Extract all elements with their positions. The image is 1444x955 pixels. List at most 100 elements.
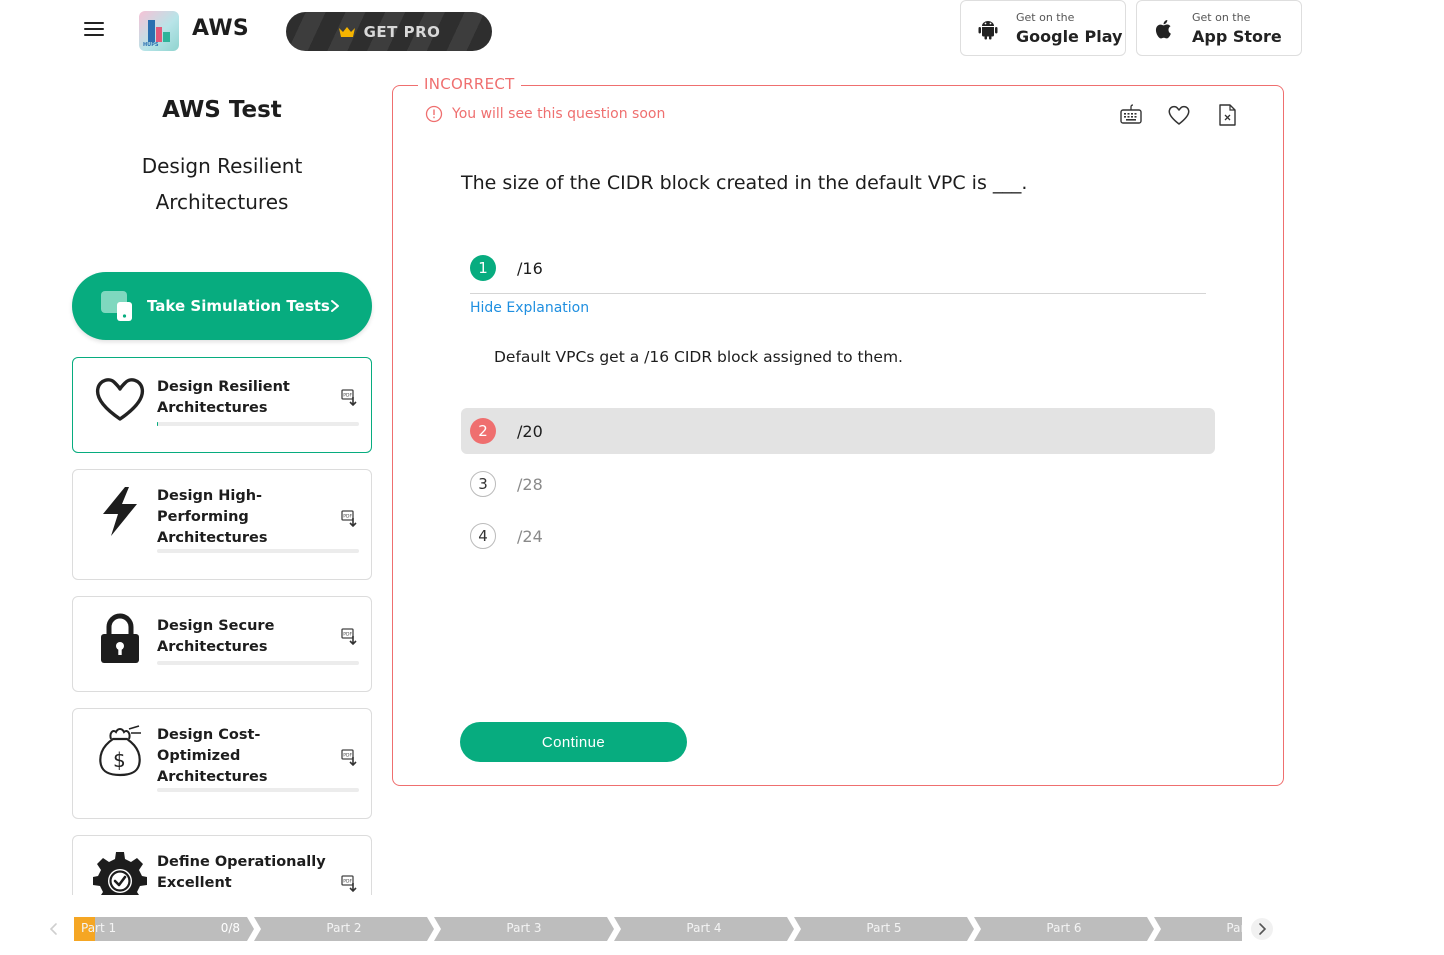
review-notice-text: You will see this question soon bbox=[452, 106, 666, 122]
part-label: Part 3 bbox=[506, 921, 542, 935]
topic-progress-bar bbox=[157, 549, 359, 553]
topic-card-label: Design Resilient Architectures bbox=[157, 377, 307, 419]
topic-card-label: Design Secure Architectures bbox=[157, 616, 307, 658]
option-number: 4 bbox=[470, 523, 496, 549]
option-value: /28 bbox=[517, 474, 543, 494]
continue-button[interactable]: Continue bbox=[460, 722, 687, 762]
question-text: The size of the CIDR block created in th… bbox=[461, 172, 1028, 194]
answer-option-4[interactable]: 4 /24 bbox=[461, 513, 1215, 559]
part-label: Part 2 bbox=[326, 921, 362, 935]
svg-text:$: $ bbox=[113, 748, 126, 772]
report-document-icon[interactable] bbox=[1215, 103, 1239, 127]
topic-label-line: Design Resilient bbox=[157, 379, 290, 395]
topic-label-line: Architectures bbox=[157, 769, 268, 785]
parts-next-button[interactable] bbox=[1251, 918, 1273, 940]
topic-card-design-resilient[interactable]: Design Resilient Architectures PDF bbox=[72, 357, 372, 453]
current-topic-line2: Architectures bbox=[155, 190, 289, 214]
topic-card-design-secure[interactable]: Design Secure Architectures PDF bbox=[72, 596, 372, 692]
take-simulation-tests-button[interactable]: Take Simulation Tests bbox=[72, 272, 372, 340]
pdf-download-icon[interactable]: PDF bbox=[341, 389, 359, 407]
info-circle-icon bbox=[425, 105, 443, 123]
part-tab-6[interactable]: Part 6 bbox=[974, 917, 1154, 941]
part-label: Part 6 bbox=[1046, 921, 1082, 935]
current-topic-line1: Design Resilient bbox=[141, 154, 303, 178]
lightning-icon bbox=[103, 487, 137, 536]
topic-card-label: Design Cost- Optimized Architectures bbox=[157, 725, 307, 788]
top-bar: HUPS AWS GET PRO Get on the Google Play … bbox=[0, 0, 1444, 62]
devices-icon bbox=[101, 291, 132, 321]
topic-label-line: Design Cost- bbox=[157, 727, 261, 743]
part-count: 0/8 bbox=[220, 921, 240, 935]
app-store-small-text: Get on the bbox=[1192, 11, 1251, 24]
gear-check-icon bbox=[93, 852, 147, 895]
option-value: /24 bbox=[517, 526, 543, 546]
topic-progress-fill bbox=[157, 422, 158, 426]
part-tab-3[interactable]: Part 3 bbox=[434, 917, 614, 941]
topic-label-line: Performing bbox=[157, 509, 249, 525]
keyboard-icon[interactable] bbox=[1119, 103, 1143, 127]
svg-text:PDF: PDF bbox=[343, 879, 352, 885]
google-play-big-text: Google Play bbox=[1016, 27, 1123, 46]
topic-label-line: Design High- bbox=[157, 488, 263, 504]
hamburger-menu-icon[interactable] bbox=[84, 22, 104, 38]
part-label: Part 4 bbox=[686, 921, 722, 935]
option-divider bbox=[470, 293, 1206, 294]
test-title: AWS Test bbox=[162, 97, 282, 123]
parts-navigation: Part 1 0/8 Part 2 Part 3 Part 4 Part 5 P… bbox=[74, 917, 1242, 941]
part-tab-1[interactable]: Part 1 0/8 bbox=[74, 917, 254, 941]
topic-card-label: Design High- Performing Architectures bbox=[157, 486, 307, 549]
money-bag-icon: $ bbox=[99, 725, 141, 777]
app-logo[interactable]: HUPS bbox=[139, 11, 179, 51]
topic-progress-bar bbox=[157, 422, 359, 426]
pdf-download-icon[interactable]: PDF bbox=[341, 749, 359, 767]
answer-option-1[interactable]: 1 /16 bbox=[461, 245, 1215, 291]
app-store-big-text: App Store bbox=[1192, 27, 1282, 46]
pdf-download-icon[interactable]: PDF bbox=[341, 875, 359, 893]
topic-label-line: Architectures bbox=[157, 530, 268, 546]
topic-label-line: Architectures bbox=[157, 639, 268, 655]
option-value: /16 bbox=[517, 258, 543, 278]
chevron-right-icon bbox=[1259, 923, 1267, 935]
apple-icon bbox=[1155, 20, 1171, 39]
topic-label-line: Excellent bbox=[157, 875, 232, 891]
topic-label-line: Architectures bbox=[157, 400, 268, 416]
answer-option-3[interactable]: 3 /28 bbox=[461, 461, 1215, 507]
topic-label-line: Define Operationally bbox=[157, 854, 326, 870]
svg-text:PDF: PDF bbox=[343, 632, 352, 638]
get-pro-label: GET PRO bbox=[363, 22, 441, 41]
hide-explanation-link[interactable]: Hide Explanation bbox=[470, 300, 589, 316]
take-simulation-tests-label: Take Simulation Tests bbox=[147, 297, 330, 315]
part-tab-4[interactable]: Part 4 bbox=[614, 917, 794, 941]
google-play-small-text: Get on the bbox=[1016, 11, 1075, 24]
heart-icon bbox=[95, 378, 145, 421]
topic-card-design-cost-optimized[interactable]: $ Design Cost- Optimized Architectures P… bbox=[72, 708, 372, 819]
topic-label-line: Optimized bbox=[157, 748, 241, 764]
topic-progress-bar bbox=[157, 661, 359, 665]
svg-text:PDF: PDF bbox=[343, 393, 352, 399]
pdf-download-icon[interactable]: PDF bbox=[341, 628, 359, 646]
explanation-text: Default VPCs get a /16 CIDR block assign… bbox=[494, 348, 903, 366]
crown-icon bbox=[338, 26, 355, 37]
part-tab-5[interactable]: Part 5 bbox=[794, 917, 974, 941]
part-tab-2[interactable]: Part 2 bbox=[254, 917, 434, 941]
part-tab-7[interactable]: Part 7 bbox=[1154, 917, 1242, 941]
current-topic-title: Design Resilient Architectures bbox=[72, 148, 372, 220]
pdf-download-icon[interactable]: PDF bbox=[341, 510, 359, 528]
brand-name: AWS bbox=[192, 16, 250, 41]
topic-progress-bar bbox=[157, 788, 359, 792]
get-pro-button[interactable]: GET PRO bbox=[286, 12, 492, 51]
android-icon bbox=[978, 21, 998, 40]
topic-card-label: Define Operationally Excellent bbox=[157, 852, 332, 894]
chevron-left-icon[interactable] bbox=[44, 919, 64, 939]
answer-option-2[interactable]: 2 /20 bbox=[461, 408, 1215, 454]
option-number: 3 bbox=[470, 471, 496, 497]
part-label: Part 7 bbox=[1226, 921, 1242, 935]
app-store-button[interactable]: Get on the App Store bbox=[1136, 0, 1302, 56]
favorite-heart-icon[interactable] bbox=[1167, 103, 1191, 127]
option-value: /20 bbox=[517, 421, 543, 441]
google-play-button[interactable]: Get on the Google Play bbox=[960, 0, 1126, 56]
topic-card-define-operationally-excellent[interactable]: Define Operationally Excellent PDF bbox=[72, 835, 372, 895]
topic-label-line: Design Secure bbox=[157, 618, 275, 634]
topic-card-design-high-performing[interactable]: Design High- Performing Architectures PD… bbox=[72, 469, 372, 580]
answer-status-label: INCORRECT bbox=[418, 75, 521, 93]
